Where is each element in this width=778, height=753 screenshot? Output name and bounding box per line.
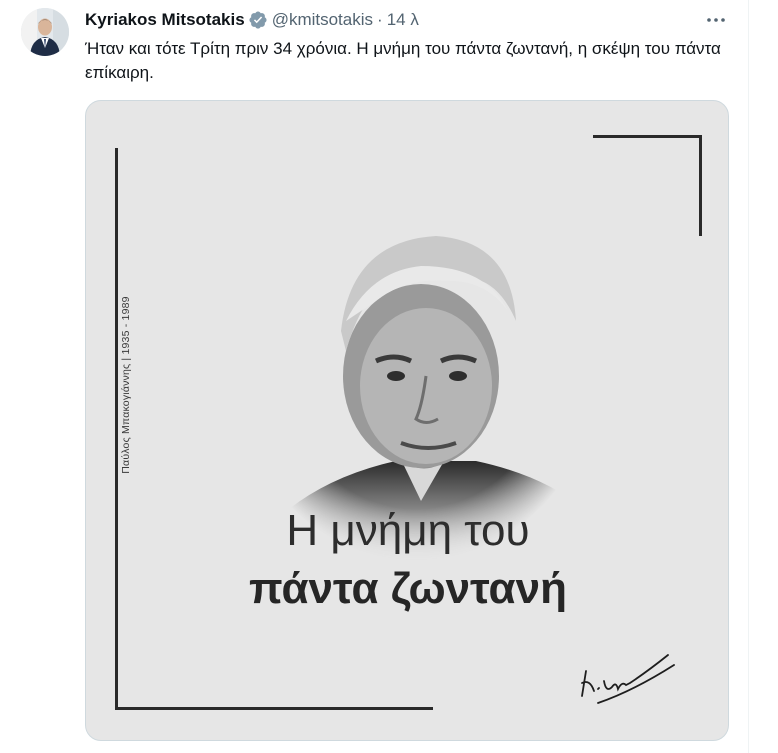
more-horizontal-icon[interactable] xyxy=(705,9,727,31)
tweet-media-image[interactable]: Παύλος Μπακογιάννης | 1935 - 1989 Η μνήμ… xyxy=(85,100,729,741)
frame-line-bottom xyxy=(115,707,433,710)
author-avatar[interactable] xyxy=(21,8,69,56)
signature-icon xyxy=(581,654,675,704)
vertical-caption: Παύλος Μπακογιάννης | 1935 - 1989 xyxy=(120,296,132,474)
verified-badge-icon[interactable] xyxy=(248,10,268,30)
frame-corner-top xyxy=(593,135,702,138)
frame-corner-right xyxy=(699,135,702,236)
headline-line-1: Η μνήμη του xyxy=(286,506,530,555)
author-handle[interactable]: @kmitsotakis xyxy=(272,9,373,31)
column-border xyxy=(748,0,749,753)
frame-line-left xyxy=(115,148,118,710)
avatar-photo-icon xyxy=(21,8,69,56)
headline-line-2: πάντα ζωντανή xyxy=(249,564,567,613)
author-name[interactable]: Kyriakos Mitsotakis xyxy=(85,9,245,31)
separator-dot: · xyxy=(377,10,383,29)
tweet-timestamp[interactable]: 14 λ xyxy=(387,9,419,31)
tweet-text: Ήταν και τότε Τρίτη πριν 34 χρόνια. Η μν… xyxy=(85,39,721,82)
tweet-header: Kyriakos Mitsotakis @kmitsotakis · 14 λ xyxy=(85,9,419,31)
